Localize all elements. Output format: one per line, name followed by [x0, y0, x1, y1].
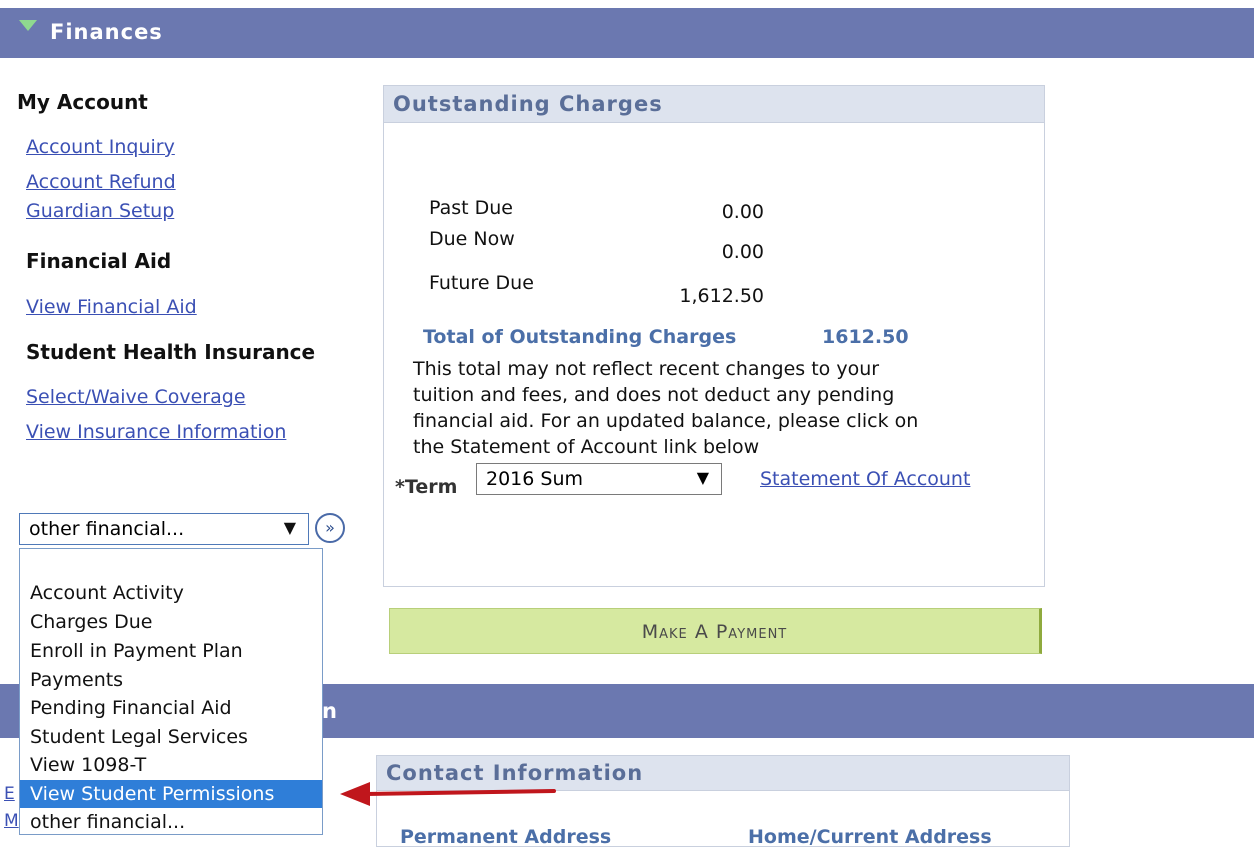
dropdown-option-pending-financial-aid[interactable]: Pending Financial Aid — [20, 694, 322, 722]
other-financial-select-value: other financial... — [29, 518, 185, 540]
other-financial-select[interactable]: other financial... ▼ — [19, 513, 309, 545]
other-financial-dropdown-list[interactable]: Account Activity Charges Due Enroll in P… — [19, 548, 323, 835]
dropdown-option-account-activity[interactable]: Account Activity — [20, 579, 322, 607]
dropdown-option-view-student-permissions[interactable]: View Student Permissions — [20, 780, 322, 808]
balance-note-line-4: the Statement of Account link below — [413, 436, 760, 458]
dropdown-option-other-financial[interactable]: other financial... — [20, 808, 322, 834]
dropdown-option-payments[interactable]: Payments — [20, 666, 322, 694]
outstanding-charges-header: Outstanding Charges — [384, 86, 1044, 123]
past-due-value: 0.00 — [721, 201, 764, 223]
account-refund-link[interactable]: Account Refund — [26, 171, 176, 193]
dropdown-option-view-1098t[interactable]: View 1098-T — [20, 751, 322, 779]
dropdown-option-student-legal-services[interactable]: Student Legal Services — [20, 723, 322, 751]
statement-of-account-link[interactable]: Statement Of Account — [760, 468, 970, 490]
collapse-triangle-icon[interactable] — [19, 20, 37, 31]
due-now-label: Due Now — [429, 228, 515, 250]
personal-info-title-fragment: n — [322, 699, 338, 723]
dropdown-option-enroll-payment-plan[interactable]: Enroll in Payment Plan — [20, 637, 322, 665]
finances-section-bar[interactable]: Finances — [0, 8, 1254, 58]
future-due-value: 1,612.50 — [679, 285, 764, 307]
chevron-down-icon: ▼ — [696, 468, 709, 487]
student-health-insurance-heading: Student Health Insurance — [26, 340, 316, 364]
term-select[interactable]: 2016 Sum ▼ — [476, 463, 722, 495]
balance-note-line-3: financial aid. For an updated balance, p… — [413, 410, 919, 432]
view-insurance-information-link[interactable]: View Insurance Information — [26, 421, 286, 443]
balance-note-line-1: This total may not reflect recent change… — [413, 358, 880, 380]
total-outstanding-value: 1612.50 — [822, 326, 909, 348]
balance-note-line-2: tuition and fees, and does not deduct an… — [413, 384, 895, 406]
financial-aid-heading: Financial Aid — [26, 249, 172, 273]
past-due-label: Past Due — [429, 197, 513, 219]
total-outstanding-label: Total of Outstanding Charges — [423, 326, 737, 348]
account-inquiry-link[interactable]: Account Inquiry — [26, 136, 175, 158]
home-current-address-heading: Home/Current Address — [748, 826, 992, 848]
go-double-chevron-icon[interactable]: » — [315, 513, 345, 543]
permanent-address-heading: Permanent Address — [400, 826, 612, 848]
chevron-down-icon: ▼ — [283, 518, 296, 537]
make-a-payment-button[interactable]: Make A Payment — [389, 608, 1042, 654]
red-arrow-icon — [340, 782, 556, 806]
view-financial-aid-link[interactable]: View Financial Aid — [26, 296, 197, 318]
select-waive-coverage-link[interactable]: Select/Waive Coverage — [26, 386, 246, 408]
hidden-link-fragment-m[interactable]: M — [4, 811, 19, 831]
my-account-heading: My Account — [17, 90, 148, 114]
future-due-label: Future Due — [429, 272, 534, 294]
dropdown-option-charges-due[interactable]: Charges Due — [20, 608, 322, 636]
term-label: *Term — [395, 476, 458, 498]
guardian-setup-link[interactable]: Guardian Setup — [26, 200, 174, 222]
term-select-value: 2016 Sum — [486, 468, 584, 490]
due-now-value: 0.00 — [721, 241, 764, 263]
finances-title: Finances — [50, 20, 163, 44]
hidden-link-fragment-e[interactable]: E — [4, 784, 15, 804]
outstanding-charges-title: Outstanding Charges — [393, 92, 663, 116]
